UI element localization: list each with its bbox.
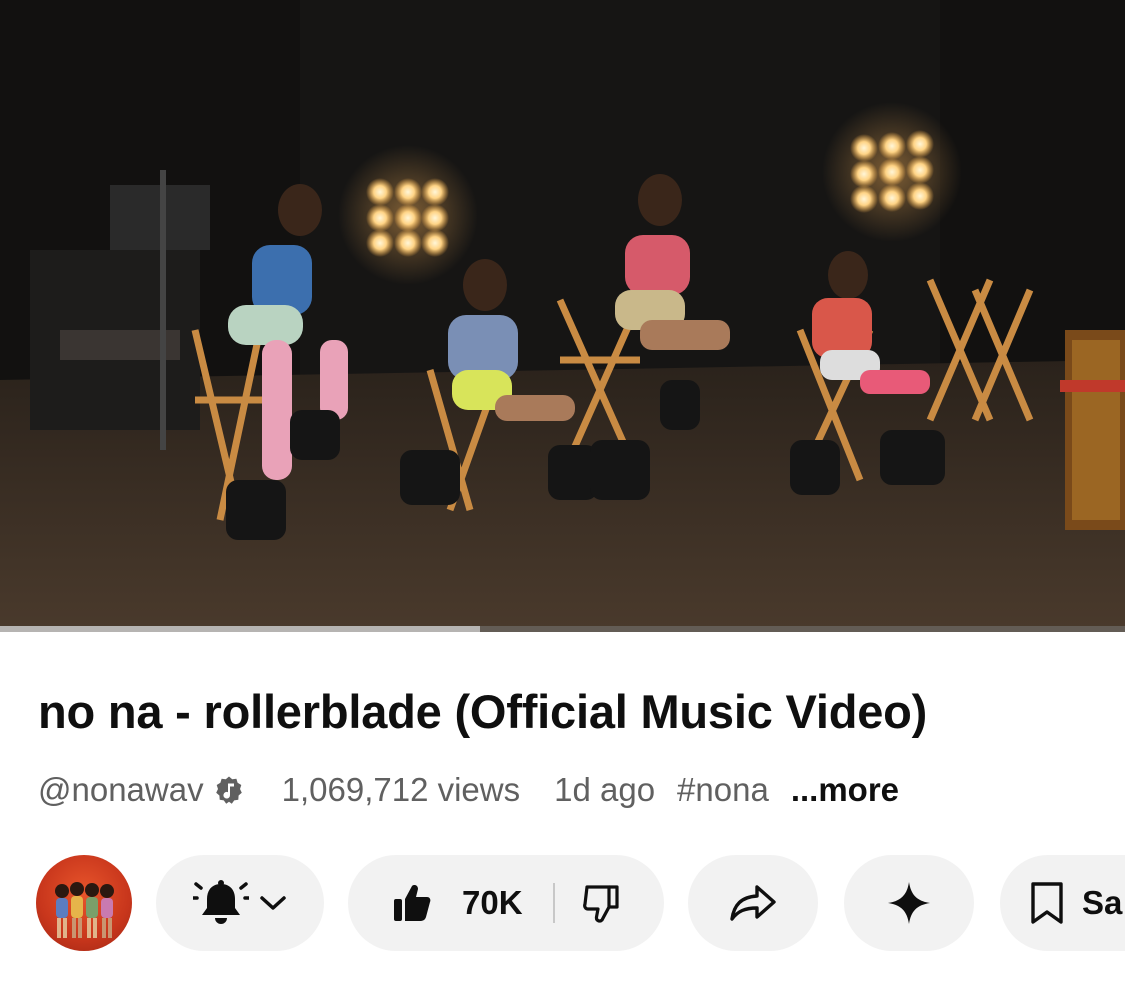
channel-avatar[interactable] xyxy=(36,855,132,951)
save-label: Sa xyxy=(1082,884,1123,921)
video-frame xyxy=(0,0,1125,632)
more-button[interactable]: ...more xyxy=(791,771,899,809)
video-info-sheet: no na - rollerblade (Official Music Vide… xyxy=(0,632,1125,987)
video-player[interactable] xyxy=(0,0,1125,632)
like-button[interactable]: 70K xyxy=(392,883,523,923)
video-watch-page: no na - rollerblade (Official Music Vide… xyxy=(0,0,1125,987)
dislike-button[interactable] xyxy=(582,883,621,923)
bookmark-icon xyxy=(1030,881,1064,925)
verified-artist-icon xyxy=(214,775,244,805)
share-button[interactable] xyxy=(688,855,818,951)
channel-link[interactable]: @nonawav xyxy=(38,771,282,809)
like-dislike-group: 70K xyxy=(348,855,664,951)
thumbs-down-icon xyxy=(582,883,621,923)
hashtag-link[interactable]: #nona xyxy=(677,771,769,809)
view-count: 1,069,712 views xyxy=(281,771,521,808)
channel-handle: @nonawav xyxy=(38,771,204,808)
like-count: 70K xyxy=(462,884,523,921)
subscription-bell-button[interactable] xyxy=(156,855,324,951)
video-title[interactable]: no na - rollerblade (Official Music Vide… xyxy=(38,684,1098,739)
save-button[interactable]: Sa xyxy=(1000,855,1125,951)
bell-ringing-icon xyxy=(193,878,249,928)
action-row: 70K Sa xyxy=(0,853,1125,953)
ask-ai-button[interactable] xyxy=(844,855,974,951)
video-meta-row[interactable]: @nonawav 1,069,712 views 1d ago #nona ..… xyxy=(38,770,899,810)
sparkle-icon xyxy=(886,880,932,926)
chevron-down-icon xyxy=(259,894,287,912)
like-divider xyxy=(552,883,555,923)
thumbs-up-icon xyxy=(392,883,432,923)
upload-age: 1d ago xyxy=(554,771,656,808)
share-arrow-icon xyxy=(729,883,777,923)
